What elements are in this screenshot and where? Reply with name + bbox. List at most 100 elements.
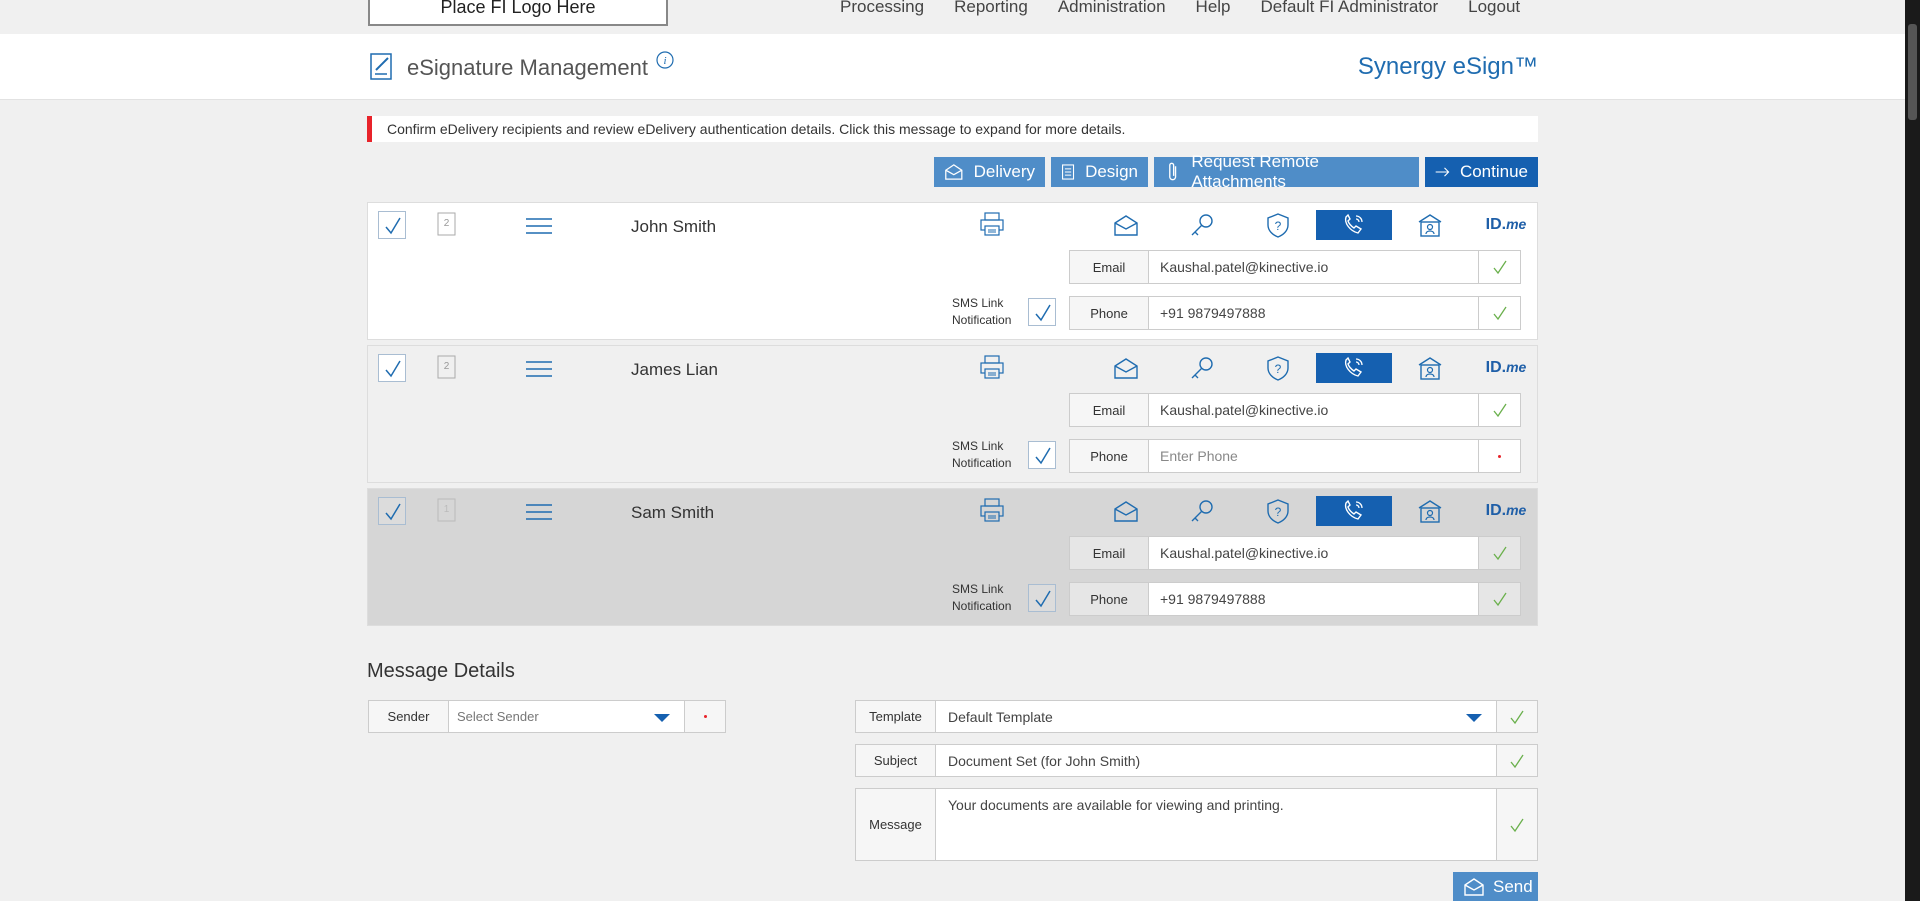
sender-field: Sender Select Sender xyxy=(368,700,726,733)
delivery-icon xyxy=(945,164,963,180)
auth-methods: ? ID.me xyxy=(1088,210,1544,240)
nav-administration[interactable]: Administration xyxy=(1058,0,1166,17)
email-field: Email Kaushal.patel@kinective.io xyxy=(1069,393,1521,427)
id-card-icon[interactable] xyxy=(1392,353,1468,383)
mail-lock-icon[interactable] xyxy=(1088,353,1164,383)
key-icon[interactable] xyxy=(1164,353,1240,383)
email-field: Email Kaushal.patel@kinective.io xyxy=(1069,250,1521,284)
chevron-down-icon[interactable] xyxy=(1466,714,1482,722)
nav-processing[interactable]: Processing xyxy=(840,0,924,17)
template-label: Template xyxy=(855,700,936,733)
delivery-label: Delivery xyxy=(973,162,1035,181)
email-input[interactable]: Kaushal.patel@kinective.io xyxy=(1149,250,1479,284)
signing-order-icon[interactable]: 2 xyxy=(436,354,458,385)
check-icon xyxy=(1479,250,1521,284)
svg-text:?: ? xyxy=(1275,219,1282,233)
sender-placeholder: Select Sender xyxy=(457,709,539,724)
svg-text:?: ? xyxy=(1275,505,1282,519)
design-button[interactable]: Design xyxy=(1051,157,1148,187)
drag-handle-icon[interactable] xyxy=(526,503,552,526)
continue-label: Continue xyxy=(1459,162,1528,181)
recipient-checkbox[interactable] xyxy=(378,497,406,525)
check-icon xyxy=(1497,788,1538,861)
phone-input[interactable]: Enter Phone xyxy=(1149,439,1479,473)
svg-text:1: 1 xyxy=(444,504,450,515)
phone-input[interactable]: +91 9879497888 xyxy=(1149,582,1479,616)
sender-select[interactable]: Select Sender xyxy=(449,700,685,733)
edelivery-alert[interactable]: Confirm eDelivery recipients and review … xyxy=(367,116,1538,142)
recipient-name: Sam Smith xyxy=(631,503,715,522)
printer-icon[interactable] xyxy=(979,211,1005,242)
design-icon xyxy=(1062,164,1075,180)
key-icon[interactable] xyxy=(1164,496,1240,526)
nav-user[interactable]: Default FI Administrator xyxy=(1261,0,1439,17)
phone-field: Phone +91 9879497888 xyxy=(1069,296,1521,330)
nav-reporting[interactable]: Reporting xyxy=(954,0,1028,17)
check-icon xyxy=(1497,744,1538,777)
send-mail-icon xyxy=(1464,878,1484,896)
request-remote-attachments-button[interactable]: Request Remote Attachments xyxy=(1154,152,1419,191)
phone-call-icon[interactable] xyxy=(1316,496,1392,526)
template-value: Default Template xyxy=(948,708,1053,725)
template-field: Template Default Template xyxy=(855,700,1538,733)
sender-label: Sender xyxy=(368,700,449,733)
design-label: Design xyxy=(1085,162,1138,181)
id-card-icon[interactable] xyxy=(1392,210,1468,240)
message-textarea[interactable]: Your documents are available for viewing… xyxy=(936,788,1497,861)
send-button[interactable]: Send xyxy=(1453,872,1538,901)
sms-checkbox[interactable] xyxy=(1028,298,1056,326)
idme-logo[interactable]: ID.me xyxy=(1468,210,1544,240)
idme-logo[interactable]: ID.me xyxy=(1468,496,1544,526)
check-icon xyxy=(1497,700,1538,733)
required-indicator xyxy=(685,700,726,733)
continue-button[interactable]: Continue xyxy=(1425,157,1538,187)
nav-help[interactable]: Help xyxy=(1196,0,1231,17)
message-details-title: Message Details xyxy=(367,660,515,682)
recipient-row: 2 James Lian ? ID.me Email Kaushal.patel… xyxy=(367,345,1538,483)
template-select[interactable]: Default Template xyxy=(936,700,1497,733)
id-card-icon[interactable] xyxy=(1392,496,1468,526)
svg-text:2: 2 xyxy=(444,361,450,372)
shield-question-icon[interactable]: ? xyxy=(1240,496,1316,526)
phone-field: Phone Enter Phone xyxy=(1069,439,1521,473)
phone-field: Phone +91 9879497888 xyxy=(1069,582,1521,616)
email-input[interactable]: Kaushal.patel@kinective.io xyxy=(1149,393,1479,427)
shield-question-icon[interactable]: ? xyxy=(1240,353,1316,383)
idme-logo[interactable]: ID.me xyxy=(1468,353,1544,383)
scrollbar-thumb[interactable] xyxy=(1908,24,1917,120)
shield-question-icon[interactable]: ? xyxy=(1240,210,1316,240)
printer-icon[interactable] xyxy=(979,497,1005,528)
drag-handle-icon[interactable] xyxy=(526,217,552,240)
printer-icon[interactable] xyxy=(979,354,1005,385)
send-label: Send xyxy=(1493,877,1533,896)
chevron-down-icon[interactable] xyxy=(654,714,670,722)
key-icon[interactable] xyxy=(1164,210,1240,240)
email-label: Email xyxy=(1069,250,1149,284)
email-label: Email xyxy=(1069,536,1149,570)
nav-logout[interactable]: Logout xyxy=(1468,0,1520,17)
scrollbar[interactable] xyxy=(1905,0,1920,901)
email-label: Email xyxy=(1069,393,1149,427)
sms-checkbox[interactable] xyxy=(1028,584,1056,612)
remote-attachments-label: Request Remote Attachments xyxy=(1191,152,1319,191)
info-icon[interactable]: i xyxy=(656,51,674,74)
mail-lock-icon[interactable] xyxy=(1088,496,1164,526)
auth-methods: ? ID.me xyxy=(1088,353,1544,383)
email-input[interactable]: Kaushal.patel@kinective.io xyxy=(1149,536,1479,570)
recipient-checkbox[interactable] xyxy=(378,354,406,382)
email-field: Email Kaushal.patel@kinective.io xyxy=(1069,536,1521,570)
signing-order-icon[interactable]: 2 xyxy=(436,211,458,242)
delivery-button[interactable]: Delivery xyxy=(934,157,1045,187)
subject-label: Subject xyxy=(855,744,936,777)
svg-text:i: i xyxy=(663,55,666,67)
recipient-checkbox[interactable] xyxy=(378,211,406,239)
phone-call-icon[interactable] xyxy=(1316,353,1392,383)
signing-order-icon[interactable]: 1 xyxy=(436,497,458,528)
subject-input[interactable]: Document Set (for John Smith) xyxy=(936,744,1497,777)
phone-label: Phone xyxy=(1069,439,1149,473)
phone-call-icon[interactable] xyxy=(1316,210,1392,240)
phone-input[interactable]: +91 9879497888 xyxy=(1149,296,1479,330)
sms-checkbox[interactable] xyxy=(1028,441,1056,469)
drag-handle-icon[interactable] xyxy=(526,360,552,383)
mail-lock-icon[interactable] xyxy=(1088,210,1164,240)
